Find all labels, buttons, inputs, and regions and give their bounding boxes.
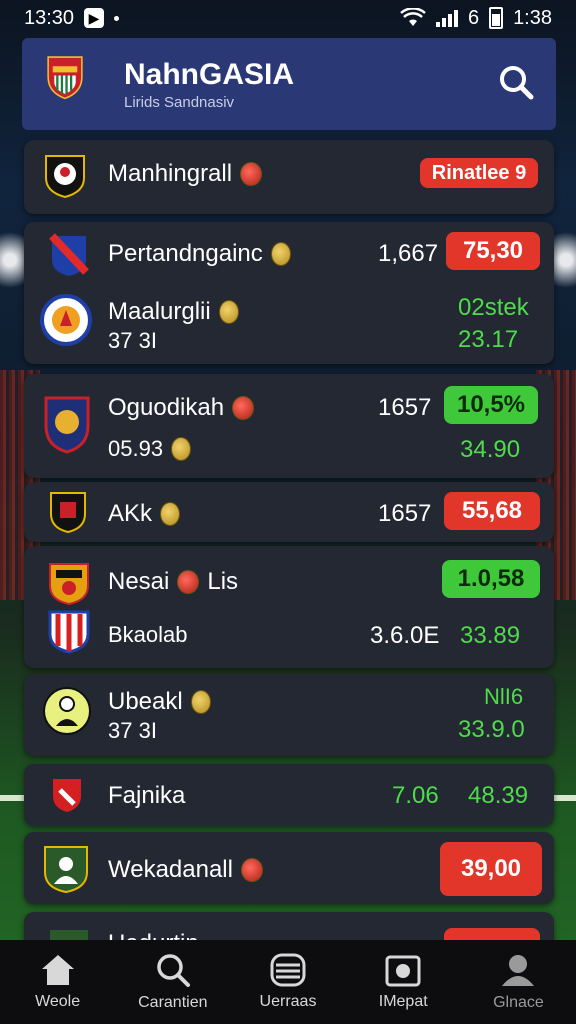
team-crest-icon <box>48 610 90 654</box>
home-icon <box>41 955 74 985</box>
match-card[interactable]: Nesai Lis 1.0,58 Bkaolab 3.6.0E 33.89 <box>24 546 554 668</box>
coin-icon <box>270 242 291 266</box>
match-card[interactable]: Manhingrall Rinatlee 9 <box>24 140 554 214</box>
team-crest-icon <box>49 563 89 606</box>
price-change: 23.17 <box>458 326 519 353</box>
signal-number: 6 <box>467 6 480 29</box>
match-card[interactable]: Fajnika 7.06 48.39 <box>24 764 554 826</box>
app-header: NahnGASIA Lirids Sandnasiv <box>22 38 556 130</box>
odds-button[interactable]: 10,5% <box>444 386 538 424</box>
team-crest-icon <box>50 492 86 534</box>
match-value: 1657 <box>378 500 432 527</box>
team-name: AKk <box>108 500 181 528</box>
notification-dot-icon <box>114 15 120 21</box>
odds-button[interactable]: 39,00 <box>440 842 542 896</box>
price-change: 02stek <box>458 294 529 321</box>
coin-icon <box>218 300 239 324</box>
price-change: 48.39 <box>468 782 529 809</box>
price-change: 33.9.0 <box>458 716 525 743</box>
match-card[interactable]: Oguodikah 05.93 1657 10,5% 34.90 <box>24 374 554 478</box>
battery-icon <box>489 7 504 29</box>
app-subtitle: Lirids Sandnasiv <box>124 94 235 111</box>
coin-icon <box>160 502 181 526</box>
nav-item-camera[interactable]: IMepat <box>346 940 461 1024</box>
match-value: 7.06 <box>392 782 439 809</box>
status-time-right: 1:38 <box>513 6 552 29</box>
team-name: Fajnika <box>108 782 186 809</box>
match-value: 3.6.0E <box>370 622 440 649</box>
match-card[interactable]: Pertandngainc 1,667 75,30 Maalurglii 37 … <box>24 222 554 364</box>
nav-label: Glnace <box>493 994 544 1011</box>
list-icon <box>270 953 306 987</box>
team-name: Nesai Lis <box>108 568 239 595</box>
team-crest-icon <box>45 155 85 198</box>
match-sub-value: Bkaolab <box>108 622 188 647</box>
match-card[interactable]: AKk 1657 55,68 <box>24 482 554 542</box>
price-change: NlI6 <box>484 684 524 709</box>
odds-button[interactable]: 1.0,58 <box>442 560 540 598</box>
match-value: 1657 <box>378 394 432 421</box>
coin-icon <box>177 570 200 594</box>
profile-icon <box>502 955 535 986</box>
odds-button[interactable]: 75,30 <box>446 232 540 270</box>
nav-label: Uerraas <box>259 993 317 1010</box>
coin-icon <box>171 437 192 461</box>
match-card[interactable]: Ubeakl 37 3I NlI6 33.9.0 <box>24 674 554 756</box>
team-crest-icon <box>49 233 89 276</box>
match-sub-value: 05.93 <box>108 436 192 462</box>
match-sub-value: 37 3I <box>108 328 157 353</box>
match-card[interactable]: Wekadanall 39,00 <box>24 832 554 904</box>
team-name: Manhingrall <box>108 160 263 188</box>
nav-label: Weole <box>35 993 81 1010</box>
nav-item-profile[interactable]: Glnace <box>461 940 576 1024</box>
team-name: Wekadanall <box>108 856 263 884</box>
team-crest-icon <box>44 396 90 454</box>
coin-icon <box>232 396 255 420</box>
app-title: NahnGASIA <box>124 58 295 91</box>
coin-icon <box>240 162 263 186</box>
team-crest-icon <box>43 687 91 735</box>
status-time-left: 13:30 <box>24 6 75 29</box>
team-name: Oguodikah <box>108 394 255 422</box>
price-change: 34.90 <box>460 436 521 463</box>
wifi-icon <box>400 8 426 26</box>
team-name: Maalurglii <box>108 298 239 326</box>
camera-icon <box>385 955 421 987</box>
nav-label: Carantien <box>138 994 208 1011</box>
team-crest-icon <box>53 779 81 812</box>
match-value: 1,667 <box>378 240 439 267</box>
coin-icon <box>240 858 263 882</box>
signal-icon <box>435 9 458 27</box>
odds-button[interactable]: 55,68 <box>444 492 540 530</box>
team-crest-icon <box>44 846 88 894</box>
nav-item-home[interactable]: Weole <box>0 940 115 1024</box>
nav-item-search[interactable]: Carantien <box>115 940 230 1024</box>
bottom-nav: Weole Carantien Uerraas IMepat Glnace <box>0 940 576 1024</box>
nav-item-list[interactable]: Uerraas <box>230 940 345 1024</box>
search-icon[interactable] <box>496 62 536 102</box>
price-change: 33.89 <box>460 622 521 649</box>
team-name: Pertandngainc <box>108 240 291 268</box>
nav-label: IMepat <box>378 993 428 1010</box>
club-crest-icon <box>47 56 83 100</box>
status-badge[interactable]: Rinatlee 9 <box>420 158 538 188</box>
coin-icon <box>190 690 211 714</box>
match-sub-value: 37 3I <box>108 718 157 743</box>
team-name: Ubeakl <box>108 688 211 716</box>
search-icon <box>157 954 190 987</box>
team-crest-icon <box>40 294 92 346</box>
status-bar: 13:30 ▶ 6 1:38 <box>0 0 576 36</box>
notification-app-icon: ▶ <box>84 8 105 28</box>
